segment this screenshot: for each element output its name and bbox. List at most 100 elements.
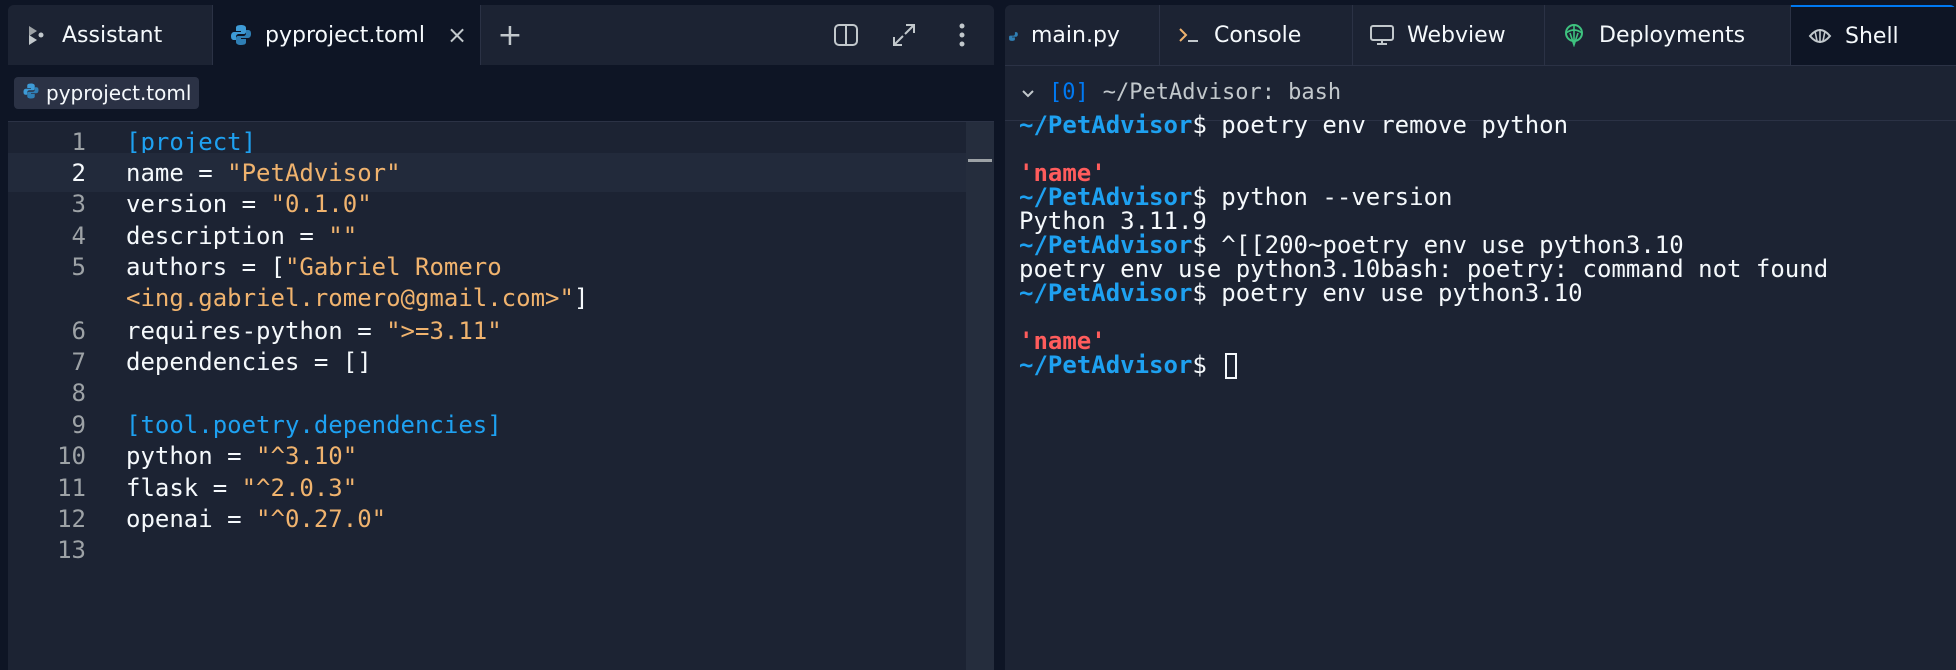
line-number: 6 [71, 316, 86, 345]
monitor-icon [1369, 22, 1395, 48]
tab-label: Assistant [62, 22, 163, 48]
code-token: <ing.gabriel.romero@gmail.com>" [126, 283, 574, 312]
tab-label: Deployments [1599, 22, 1746, 48]
code-token: dependencies = [] [126, 347, 372, 376]
line-number: 4 [71, 221, 86, 250]
code-token: ] [573, 283, 589, 312]
line-number: 3 [71, 189, 86, 218]
code-editor[interactable]: 1 [project] 2 name = "PetAdvisor" 3 version =… [8, 122, 994, 670]
code-token: "^2.0.3" [241, 473, 358, 502]
code-text: authors = ["Gabriel Romero [126, 253, 502, 281]
breadcrumb-file[interactable]: pyproject.toml [14, 77, 200, 109]
code-token: ">=3.11" [386, 316, 502, 345]
expand-icon[interactable] [890, 21, 918, 49]
tab-console[interactable]: Console [1160, 5, 1353, 65]
tab-label: Shell [1845, 23, 1899, 49]
editor-pane: Assistant pyproject.toml × + pyproject.t… [8, 5, 994, 670]
code-line[interactable]: 13 [8, 530, 966, 569]
console-icon [1176, 22, 1202, 48]
shell-pane: main.py Console Webview Deployments Shel… [1005, 5, 1956, 670]
tab-webview[interactable]: Webview [1353, 5, 1545, 65]
terminal-line: ~/PetAdvisor$ [1019, 350, 1238, 380]
code-token: "Gabriel Romero [284, 252, 502, 281]
line-number: 13 [57, 535, 86, 564]
line-number: 9 [71, 410, 86, 439]
shell-prompt: ~/PetAdvisor [1019, 279, 1193, 307]
breadcrumb: pyproject.toml [8, 65, 994, 122]
code-token: flask = [126, 473, 242, 502]
code-token: requires-python = [126, 316, 387, 345]
line-number: 5 [71, 252, 86, 281]
editor-tabbar: Assistant pyproject.toml × + [8, 5, 994, 66]
code-token: [project] [126, 127, 257, 156]
tab-label: pyproject.toml [265, 22, 425, 48]
tab-shell[interactable]: Shell [1791, 5, 1956, 65]
code-token: "" [328, 221, 358, 250]
tab-label: Console [1214, 22, 1302, 48]
shell-prompt: ~/PetAdvisor [1019, 111, 1193, 139]
breadcrumb-label: pyproject.toml [46, 81, 192, 105]
code-text: description = "" [126, 222, 357, 250]
python-icon [1005, 22, 1019, 48]
terminal-cursor[interactable] [1225, 353, 1238, 379]
more-options-icon[interactable] [948, 21, 976, 49]
code-token: version = [126, 189, 271, 218]
editor-scrollbar[interactable] [966, 122, 994, 670]
chevron-down-icon[interactable] [1021, 80, 1035, 105]
code-token: authors = [ [126, 252, 285, 281]
code-text: [tool.poetry.dependencies] [126, 411, 502, 439]
line-number: 8 [71, 378, 86, 407]
shell-command: $ poetry env remove python [1192, 111, 1569, 139]
code-text: version = "0.1.0" [126, 190, 372, 218]
shell-command: $ poetry env use python3.10 [1192, 279, 1583, 307]
code-token: "^0.27.0" [256, 504, 387, 533]
code-text: dependencies = [] [126, 348, 372, 376]
code-token: [tool.poetry.dependencies] [126, 410, 502, 439]
line-number: 12 [57, 504, 86, 533]
tab-assistant[interactable]: Assistant [8, 5, 213, 65]
deployments-icon [1561, 22, 1587, 48]
code-token: name = [126, 158, 228, 187]
shell-command: $ [1192, 351, 1222, 379]
code-token: description = [126, 221, 329, 250]
add-tab-button[interactable]: + [481, 5, 539, 65]
close-icon[interactable]: × [447, 21, 467, 49]
tab-main-py[interactable]: main.py [1005, 5, 1160, 65]
line-number: 11 [57, 473, 86, 502]
python-icon [22, 81, 40, 105]
scroll-thumb[interactable] [968, 159, 992, 162]
code-token: python = [126, 441, 257, 470]
line-number: 2 [71, 158, 86, 187]
shell-icon [1807, 23, 1833, 49]
code-token: "PetAdvisor" [227, 158, 401, 187]
line-number: 7 [71, 347, 86, 376]
editor-actions [832, 5, 994, 65]
split-pane-icon[interactable] [832, 21, 860, 49]
code-token: "^3.10" [256, 441, 358, 470]
assistant-icon [24, 22, 50, 48]
code-text: [project] [126, 128, 256, 156]
code-text: openai = "^0.27.0" [126, 505, 386, 533]
shell-prompt: ~/PetAdvisor [1019, 351, 1193, 379]
code-text: requires-python = ">=3.11" [126, 317, 502, 345]
line-number: 10 [57, 441, 86, 470]
shell-session-title: ~/PetAdvisor: bash [1102, 80, 1342, 105]
code-text: name = "PetAdvisor" [126, 159, 401, 187]
shell-session-index: [0] [1049, 80, 1089, 105]
python-icon [229, 22, 253, 48]
tab-deployments[interactable]: Deployments [1545, 5, 1791, 65]
shell-tabbar: main.py Console Webview Deployments Shel… [1005, 5, 1956, 66]
shell-command: $ python --version [1192, 183, 1453, 211]
code-token: "0.1.0" [270, 189, 372, 218]
tab-pyproject-toml[interactable]: pyproject.toml × [213, 5, 481, 65]
code-text: python = "^3.10" [126, 442, 357, 470]
line-number: 1 [71, 127, 86, 156]
code-text: flask = "^2.0.3" [126, 474, 357, 502]
terminal-line: ~/PetAdvisor$ poetry env use python3.10 [1019, 278, 1583, 308]
tab-label: main.py [1031, 22, 1120, 48]
code-token: openai = [126, 504, 257, 533]
terminal-line: ~/PetAdvisor$ poetry env remove python [1019, 110, 1568, 140]
tab-label: Webview [1407, 22, 1506, 48]
code-text: <ing.gabriel.romero@gmail.com>"] [126, 284, 588, 312]
terminal-output[interactable]: ~/PetAdvisor$ poetry env remove python'n… [1005, 111, 1956, 670]
